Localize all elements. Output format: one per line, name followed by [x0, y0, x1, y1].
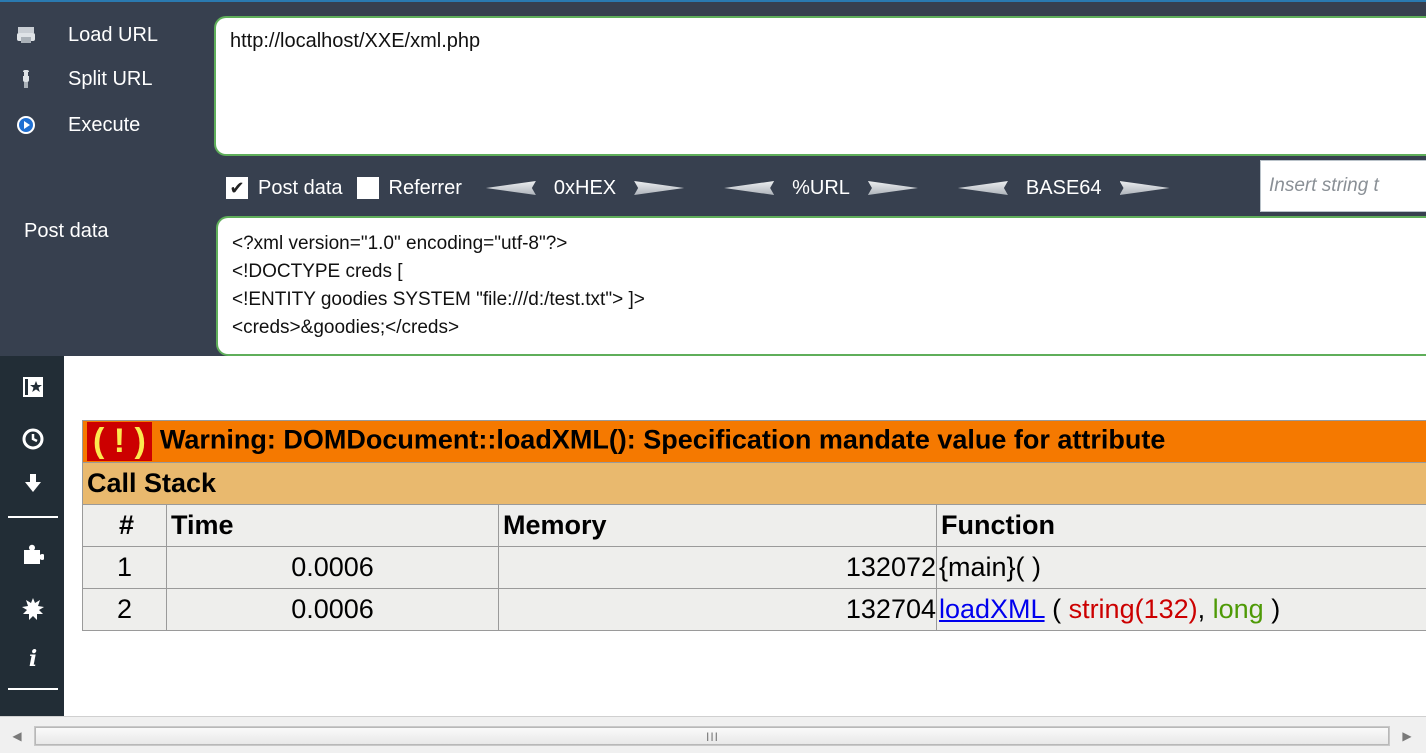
column-header-num: # — [82, 504, 167, 547]
table-header-row: # Time Memory Function — [82, 504, 1426, 547]
addons-icon[interactable] — [20, 542, 46, 568]
scrollbar-track[interactable]: III — [34, 726, 1390, 746]
insert-string-input[interactable]: Insert string t — [1260, 160, 1426, 212]
execute-label[interactable]: Execute — [68, 114, 140, 137]
load-url-icon — [14, 23, 38, 47]
base64-encoder: BASE64 — [957, 176, 1170, 200]
scrollbar-thumb[interactable]: III — [35, 727, 1389, 745]
post-data-line: <?xml version="1.0" encoding="utf-8"?> — [232, 233, 568, 254]
post-data-checkbox[interactable]: ✔ Post data — [226, 177, 343, 200]
page-content: ( ! ) Warning: DOMDocument::loadXML(): Sp… — [64, 356, 1426, 716]
url-encode-label: %URL — [792, 176, 850, 199]
post-data-label: Post data — [24, 220, 109, 242]
row-function: loadXML ( string(132), long ) — [936, 588, 1426, 631]
call-stack-heading: Call Stack — [82, 462, 1426, 505]
post-data-check-box[interactable]: ✔ — [226, 177, 248, 199]
browser-sidebar: i — [0, 356, 64, 716]
hex-encode-arrow-icon[interactable] — [634, 181, 685, 195]
scroll-right-arrow-icon[interactable]: ▶ — [1400, 729, 1414, 743]
row-function: {main}( ) — [936, 546, 1426, 589]
split-url-label[interactable]: Split URL — [68, 68, 152, 91]
insert-string-placeholder: Insert string t — [1269, 175, 1379, 196]
base64-decode-arrow-icon[interactable] — [957, 181, 1008, 195]
referrer-check-box[interactable] — [356, 177, 379, 199]
sidebar-divider — [8, 516, 58, 518]
base64-encode-arrow-icon[interactable] — [1119, 181, 1170, 195]
downloads-icon[interactable] — [20, 470, 46, 496]
split-url-command[interactable]: Split URL — [14, 64, 152, 94]
post-data-textarea[interactable]: <?xml version="1.0" encoding="utf-8"?> <… — [216, 216, 1426, 356]
url-decode-arrow-icon[interactable] — [724, 181, 775, 195]
hex-label: 0xHEX — [553, 176, 617, 199]
function-arg-long: long — [1212, 594, 1264, 624]
checkmark-icon: ✔ — [229, 178, 245, 198]
column-header-time: Time — [166, 504, 499, 547]
function-open-paren: ( — [1044, 594, 1069, 624]
load-url-command[interactable]: Load URL — [14, 20, 158, 50]
post-data-line: <!ENTITY goodies SYSTEM "file:///d:/test… — [232, 289, 645, 310]
xdebug-error-table: ( ! ) Warning: DOMDocument::loadXML(): Sp… — [82, 420, 1426, 631]
function-close-paren: ) — [1263, 594, 1281, 624]
table-row: 1 0.0006 132072 {main}( ) — [82, 546, 1426, 589]
url-encoder: %URL — [724, 177, 918, 200]
execute-icon — [14, 113, 38, 137]
history-icon[interactable] — [20, 426, 46, 452]
function-arg-separator: , — [1197, 594, 1213, 624]
post-data-line: <creds>&goodies;</creds> — [232, 317, 460, 338]
warning-row: ( ! ) Warning: DOMDocument::loadXML(): Sp… — [82, 420, 1426, 463]
referrer-checkbox[interactable]: Referrer — [356, 177, 462, 200]
function-link[interactable]: loadXML — [939, 594, 1045, 624]
warning-badge: ( ! ) — [87, 422, 152, 461]
warning-message: Warning: DOMDocument::loadXML(): Specifi… — [159, 424, 1166, 455]
call-stack-row: Call Stack — [82, 462, 1426, 505]
info-icon[interactable]: i — [20, 646, 46, 672]
hex-decode-arrow-icon[interactable] — [485, 181, 536, 195]
column-header-memory: Memory — [498, 504, 937, 547]
column-header-function: Function — [936, 504, 1426, 547]
table-row: 2 0.0006 132704 loadXML ( string(132), l… — [82, 588, 1426, 631]
options-row: ✔ Post data Referrer 0xHEX %URL BASE64 — [226, 172, 1210, 204]
hackbar-panel: Load URL Split URL Execute http://localh… — [0, 0, 1426, 356]
url-value: http://localhost/XXE/xml.php — [230, 30, 481, 52]
settings-gear-icon[interactable] — [20, 596, 46, 622]
execute-command[interactable]: Execute — [14, 110, 140, 140]
post-data-checkbox-label[interactable]: Post data — [258, 177, 343, 200]
function-arg-string: string(132) — [1068, 594, 1198, 624]
row-num: 1 — [82, 546, 167, 589]
base64-label: BASE64 — [1025, 176, 1102, 199]
row-time: 0.0006 — [166, 546, 499, 589]
url-encode-arrow-icon[interactable] — [867, 181, 918, 195]
horizontal-scrollbar[interactable]: ◀ III ▶ — [0, 716, 1426, 753]
row-time: 0.0006 — [166, 588, 499, 631]
row-memory: 132072 — [498, 546, 937, 589]
referrer-checkbox-label[interactable]: Referrer — [389, 177, 462, 200]
warning-cell: ( ! ) Warning: DOMDocument::loadXML(): Sp… — [82, 420, 1426, 463]
split-url-icon — [14, 67, 38, 91]
row-memory: 132704 — [498, 588, 937, 631]
hex-encoder: 0xHEX — [485, 176, 685, 200]
scroll-left-arrow-icon[interactable]: ◀ — [10, 729, 24, 743]
scrollbar-grip-icon: III — [706, 730, 720, 744]
sidebar-divider — [8, 688, 58, 690]
bookmarks-icon[interactable] — [20, 374, 46, 400]
load-url-label[interactable]: Load URL — [68, 24, 158, 47]
url-textarea[interactable]: http://localhost/XXE/xml.php — [214, 16, 1426, 156]
post-data-line: <!DOCTYPE creds [ — [232, 261, 403, 282]
row-num: 2 — [82, 588, 167, 631]
